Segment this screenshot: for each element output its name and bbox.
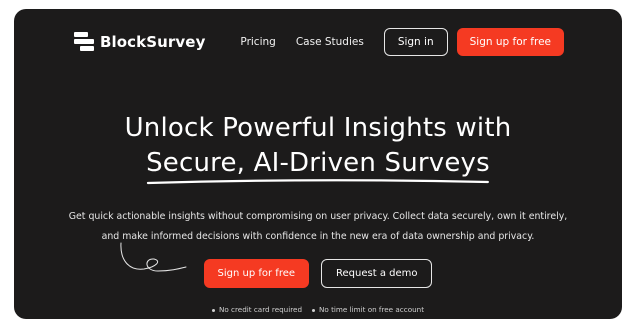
sign-in-button[interactable]: Sign in [383,28,448,56]
headline-underline-icon [146,179,490,185]
top-nav: Pricing Case Studies Sign in Sign up for… [240,28,564,56]
request-demo-button[interactable]: Request a demo [321,259,433,288]
logo-text: BlockSurvey [100,33,206,51]
subtext-line-1: Get quick actionable insights without co… [68,211,568,222]
headline-line-2: Secure, AI-Driven Surveys [146,148,490,178]
nav-link-pricing[interactable]: Pricing [240,36,275,48]
fine-print-item: No time limit on free account [312,305,424,314]
bullet-icon [312,308,316,312]
blocksurvey-logo-icon [74,32,94,52]
sign-up-button[interactable]: Sign up for free [456,28,564,56]
fine-print: No credit card required No time limit on… [14,305,622,314]
headline-line-1: Unlock Powerful Insights with [124,113,512,143]
fine-print-item: No credit card required [211,305,302,314]
logo[interactable]: BlockSurvey [74,32,205,52]
nav-link-case-studies[interactable]: Case Studies [296,36,364,48]
cta-row: Sign up for free Request a demo [14,259,622,288]
hero-section: BlockSurvey Pricing Case Studies Sign in… [14,9,622,319]
hero-headline: Unlock Powerful Insights with Secure, AI… [14,111,622,185]
headline-line-2-wrap: Secure, AI-Driven Surveys [146,146,490,185]
cta-sign-up-button[interactable]: Sign up for free [203,259,310,288]
bullet-icon [211,308,215,312]
